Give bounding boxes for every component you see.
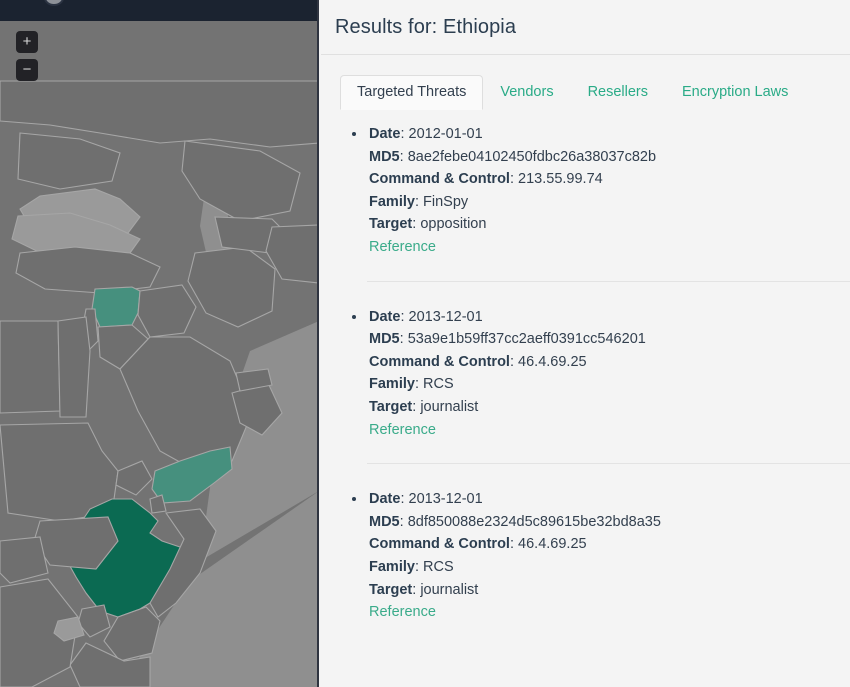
reference-link[interactable]: Reference [369, 601, 436, 624]
results-panel: Results for: Ethiopia Targeted Threats V… [321, 0, 850, 687]
field-value-md5: 8ae2febe04102450fdbc26a38037c82b [407, 148, 657, 165]
tab-bar[interactable]: Targeted Threats Vendors Resellers Encry… [321, 55, 850, 111]
field-label-md5: MD5 [369, 513, 400, 530]
field-family: Family: FinSpy [369, 191, 850, 214]
field-value-family: RCS [423, 558, 454, 575]
field-command-control: Command & Control: 46.4.69.25 [369, 351, 850, 374]
map-canvas[interactable] [0, 21, 317, 687]
tab-targeted-threats[interactable]: Targeted Threats [340, 74, 484, 110]
field-value-family: RCS [423, 376, 454, 393]
field-md5: MD5: 8df850088e2324d5c89615be32bd8a35 [369, 511, 850, 534]
field-sep: : [414, 558, 423, 575]
field-sep: : [414, 376, 423, 393]
field-label-date: Date [369, 491, 401, 508]
field-value-md5: 8df850088e2324d5c89615be32bd8a35 [407, 513, 661, 530]
world-map-svg [0, 21, 317, 687]
field-value-cc: 46.4.69.25 [518, 353, 587, 370]
zoom-in-button[interactable]: + [16, 31, 38, 53]
field-label-family: Family [369, 558, 415, 575]
field-target: Target: opposition [369, 213, 850, 236]
field-sep: : [400, 308, 409, 325]
country-egypt[interactable] [57, 316, 91, 418]
list-item: Date: 2013-12-01 MD5: 8df850088e2324d5c8… [367, 463, 850, 624]
map-zoom-controls[interactable]: + − [16, 31, 38, 87]
country-libya[interactable] [0, 320, 61, 414]
field-value-target: journalist [420, 581, 479, 598]
field-date: Date: 2013-12-01 [369, 488, 850, 511]
results-header: Results for: Ethiopia [321, 0, 850, 55]
map-topbar-cutoff-badge [44, 0, 64, 6]
field-sep: : [509, 353, 519, 370]
tab-encryption-laws[interactable]: Encryption Laws [665, 75, 805, 111]
results-list: Date: 2012-01-01 MD5: 8ae2febe04102450fd… [321, 109, 850, 687]
field-label-target: Target [369, 398, 413, 415]
field-label-target: Target [369, 216, 413, 233]
field-value-date: 2013-12-01 [408, 491, 483, 508]
field-family: Family: RCS [369, 373, 850, 396]
field-value-cc: 213.55.99.74 [518, 171, 603, 188]
threat-list: Date: 2012-01-01 MD5: 8ae2febe04102450fd… [321, 123, 850, 624]
field-value-date: 2012-01-01 [408, 126, 483, 142]
field-label-family: Family [369, 376, 415, 393]
field-md5: MD5: 8ae2febe04102450fdbc26a38037c82b [369, 146, 850, 169]
field-label-cc: Command & Control [369, 353, 510, 370]
field-sep: : [399, 513, 408, 530]
list-item: Date: 2013-12-01 MD5: 53a9e1b59ff37cc2ae… [367, 280, 850, 442]
field-label-family: Family [369, 193, 415, 210]
field-sep: : [509, 536, 519, 553]
map-panel[interactable]: + − [0, 0, 319, 687]
field-label-cc: Command & Control [369, 171, 510, 188]
field-sep: : [400, 126, 409, 142]
field-value-family: FinSpy [423, 193, 469, 210]
field-sep: : [399, 331, 408, 348]
field-value-cc: 46.4.69.25 [518, 536, 587, 553]
field-sep: : [414, 193, 423, 210]
field-value-target: journalist [420, 398, 479, 415]
field-md5: MD5: 53a9e1b59ff37cc2aeff0391cc546201 [369, 328, 850, 351]
reference-link[interactable]: Reference [369, 236, 436, 259]
field-label-cc: Command & Control [369, 536, 510, 553]
map-topbar [0, 0, 317, 21]
field-value-date: 2013-12-01 [408, 308, 483, 325]
field-label-target: Target [369, 581, 413, 598]
field-label-md5: MD5 [369, 331, 400, 348]
zoom-out-button[interactable]: − [16, 59, 38, 81]
page-title: Results for: Ethiopia [335, 15, 517, 38]
tab-resellers[interactable]: Resellers [571, 75, 665, 111]
reference-link[interactable]: Reference [369, 419, 436, 442]
field-target: Target: journalist [369, 396, 850, 419]
field-sep: : [399, 148, 408, 165]
field-label-date: Date [369, 308, 401, 325]
list-item: Date: 2012-01-01 MD5: 8ae2febe04102450fd… [367, 123, 850, 259]
field-command-control: Command & Control: 46.4.69.25 [369, 533, 850, 556]
country-syria-highlight[interactable] [91, 286, 141, 328]
field-command-control: Command & Control: 213.55.99.74 [369, 168, 850, 191]
field-family: Family: RCS [369, 556, 850, 579]
field-target: Target: journalist [369, 579, 850, 602]
tab-vendors[interactable]: Vendors [483, 75, 570, 111]
field-date: Date: 2013-12-01 [369, 306, 850, 329]
field-sep: : [509, 171, 519, 188]
field-date: Date: 2012-01-01 [369, 123, 850, 146]
field-label-md5: MD5 [369, 148, 400, 165]
field-label-date: Date [369, 126, 401, 142]
field-value-target: opposition [420, 216, 487, 233]
application-root: + − Results for: Ethiopia Targeted Threa… [0, 0, 850, 687]
field-sep: : [400, 491, 409, 508]
field-value-md5: 53a9e1b59ff37cc2aeff0391cc546201 [407, 331, 646, 348]
